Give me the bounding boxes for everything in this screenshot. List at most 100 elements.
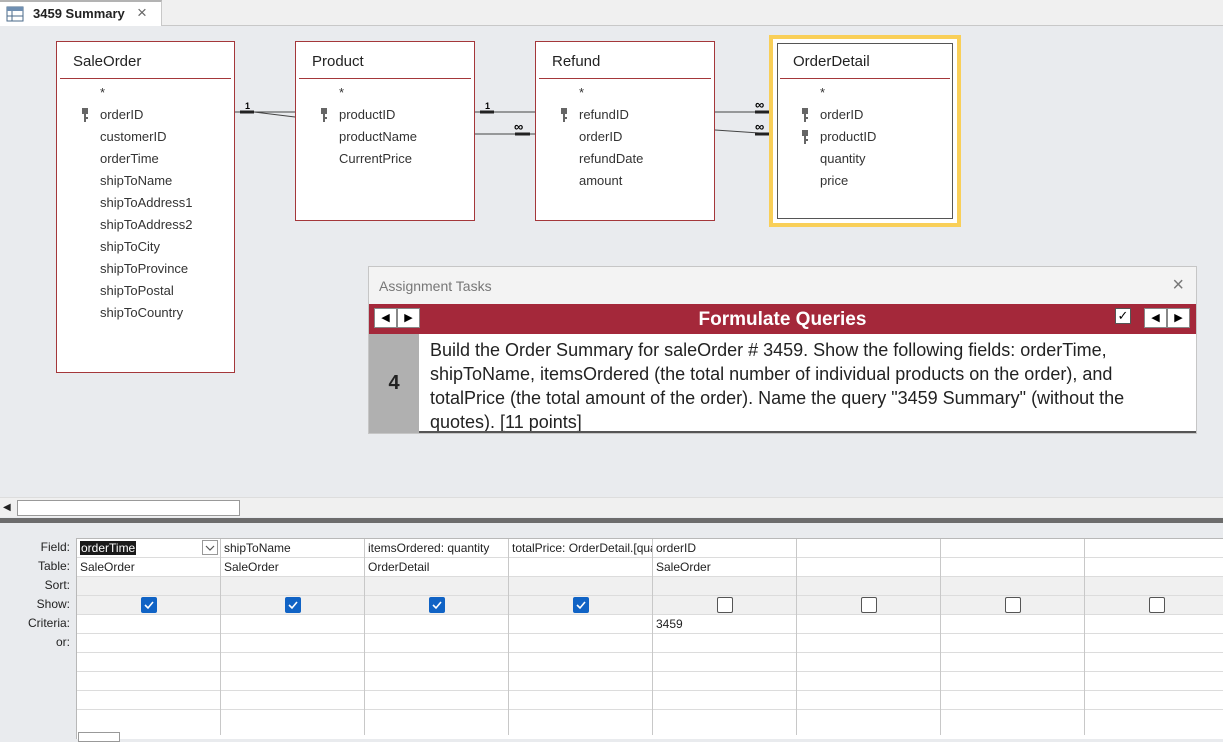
criteria-cell[interactable]	[941, 615, 1084, 634]
or-cell[interactable]	[221, 653, 364, 672]
field-item[interactable]: *	[773, 82, 957, 104]
field-cell[interactable]: orderID	[653, 539, 796, 558]
or-cell[interactable]	[509, 691, 652, 710]
criteria-cell[interactable]	[365, 615, 508, 634]
table-cell[interactable]	[1085, 558, 1223, 577]
field-item[interactable]: *	[296, 82, 474, 104]
tab-3459-summary[interactable]: 3459 Summary ×	[0, 0, 162, 26]
field-item[interactable]: orderID	[536, 126, 714, 148]
show-checkbox[interactable]	[285, 597, 301, 613]
criteria-cell[interactable]	[509, 615, 652, 634]
or-cell[interactable]	[221, 672, 364, 691]
or-cell[interactable]	[1085, 634, 1223, 653]
sort-cell[interactable]	[77, 577, 220, 596]
or-cell[interactable]	[653, 672, 796, 691]
field-item[interactable]: productName	[296, 126, 474, 148]
sort-cell[interactable]	[1085, 577, 1223, 596]
or-cell[interactable]	[365, 634, 508, 653]
field-cell[interactable]	[941, 539, 1084, 558]
sort-cell[interactable]	[797, 577, 940, 596]
or-cell[interactable]	[77, 691, 220, 710]
sort-cell[interactable]	[221, 577, 364, 596]
or-cell[interactable]	[1085, 672, 1223, 691]
table-refund[interactable]: Refund * refundID orderID refundDate amo…	[535, 41, 715, 221]
field-cell[interactable]: itemsOrdered: quantity	[365, 539, 508, 558]
field-item[interactable]: shipToPostal	[57, 280, 234, 302]
table-cell[interactable]: SaleOrder	[653, 558, 796, 577]
field-item[interactable]: shipToName	[57, 170, 234, 192]
or-cell[interactable]	[797, 634, 940, 653]
or-cell[interactable]	[509, 672, 652, 691]
table-cell[interactable]: SaleOrder	[77, 558, 220, 577]
next-task-button[interactable]: ▶	[1167, 308, 1190, 328]
table-saleorder[interactable]: SaleOrder * orderID customerID orderTime…	[56, 41, 235, 373]
or-cell[interactable]	[1085, 691, 1223, 710]
or-cell[interactable]	[221, 634, 364, 653]
field-item[interactable]: refundDate	[536, 148, 714, 170]
or-cell[interactable]	[797, 672, 940, 691]
show-checkbox[interactable]	[717, 597, 733, 613]
field-item[interactable]: *	[57, 82, 234, 104]
field-item[interactable]: CurrentPrice	[296, 148, 474, 170]
or-cell[interactable]	[77, 672, 220, 691]
or-cell[interactable]	[797, 691, 940, 710]
field-cell[interactable]	[797, 539, 940, 558]
field-item[interactable]: shipToAddress1	[57, 192, 234, 214]
field-cell[interactable]: orderTime	[77, 539, 220, 558]
show-checkbox[interactable]	[1005, 597, 1021, 613]
or-cell[interactable]	[797, 653, 940, 672]
show-checkbox[interactable]	[573, 597, 589, 613]
or-cell[interactable]	[941, 691, 1084, 710]
or-cell[interactable]	[509, 634, 652, 653]
or-cell[interactable]	[365, 653, 508, 672]
criteria-cell[interactable]	[1085, 615, 1223, 634]
show-checkbox[interactable]	[861, 597, 877, 613]
field-item[interactable]: *	[536, 82, 714, 104]
field-item[interactable]: orderID	[57, 104, 234, 126]
or-cell[interactable]	[1085, 653, 1223, 672]
sort-cell[interactable]	[941, 577, 1084, 596]
show-checkbox[interactable]	[1149, 597, 1165, 613]
field-item[interactable]: productID	[773, 126, 957, 148]
field-item[interactable]: productID	[296, 104, 474, 126]
criteria-cell[interactable]	[221, 615, 364, 634]
scroll-left-icon[interactable]: ◀	[3, 502, 11, 513]
table-orderdetail[interactable]: OrderDetail * orderID productID quantity…	[769, 35, 961, 227]
sort-cell[interactable]	[509, 577, 652, 596]
field-item[interactable]: shipToAddress2	[57, 214, 234, 236]
grid-scrollbar[interactable]	[78, 732, 120, 742]
field-item[interactable]: shipToCountry	[57, 302, 234, 324]
or-cell[interactable]	[77, 634, 220, 653]
or-cell[interactable]	[653, 653, 796, 672]
or-cell[interactable]	[941, 653, 1084, 672]
close-icon[interactable]: ×	[137, 3, 147, 23]
field-cell[interactable]: totalPrice: OrderDetail.[quantity]*[pric…	[509, 539, 652, 558]
criteria-cell[interactable]	[797, 615, 940, 634]
table-cell[interactable]	[509, 558, 652, 577]
table-cell[interactable]: SaleOrder	[221, 558, 364, 577]
field-item[interactable]: price	[773, 170, 957, 192]
or-cell[interactable]	[941, 634, 1084, 653]
or-cell[interactable]	[77, 653, 220, 672]
or-cell[interactable]	[365, 691, 508, 710]
or-cell[interactable]	[365, 672, 508, 691]
chevron-down-icon[interactable]	[202, 540, 218, 555]
field-item[interactable]: refundID	[536, 104, 714, 126]
or-cell[interactable]	[221, 691, 364, 710]
table-cell[interactable]: OrderDetail	[365, 558, 508, 577]
field-item[interactable]: quantity	[773, 148, 957, 170]
task-complete-checkbox[interactable]: ✓	[1115, 308, 1131, 324]
field-item[interactable]: shipToProvince	[57, 258, 234, 280]
field-item[interactable]: orderTime	[57, 148, 234, 170]
show-checkbox[interactable]	[429, 597, 445, 613]
show-checkbox[interactable]	[141, 597, 157, 613]
table-cell[interactable]	[941, 558, 1084, 577]
criteria-cell[interactable]	[77, 615, 220, 634]
field-cell[interactable]: shipToName	[221, 539, 364, 558]
field-item[interactable]: customerID	[57, 126, 234, 148]
field-item[interactable]: orderID	[773, 104, 957, 126]
or-cell[interactable]	[653, 691, 796, 710]
design-horizontal-scrollbar[interactable]: ◀	[0, 497, 1223, 517]
table-product[interactable]: Product * productID productName CurrentP…	[295, 41, 475, 221]
close-icon[interactable]: ×	[1172, 274, 1184, 297]
